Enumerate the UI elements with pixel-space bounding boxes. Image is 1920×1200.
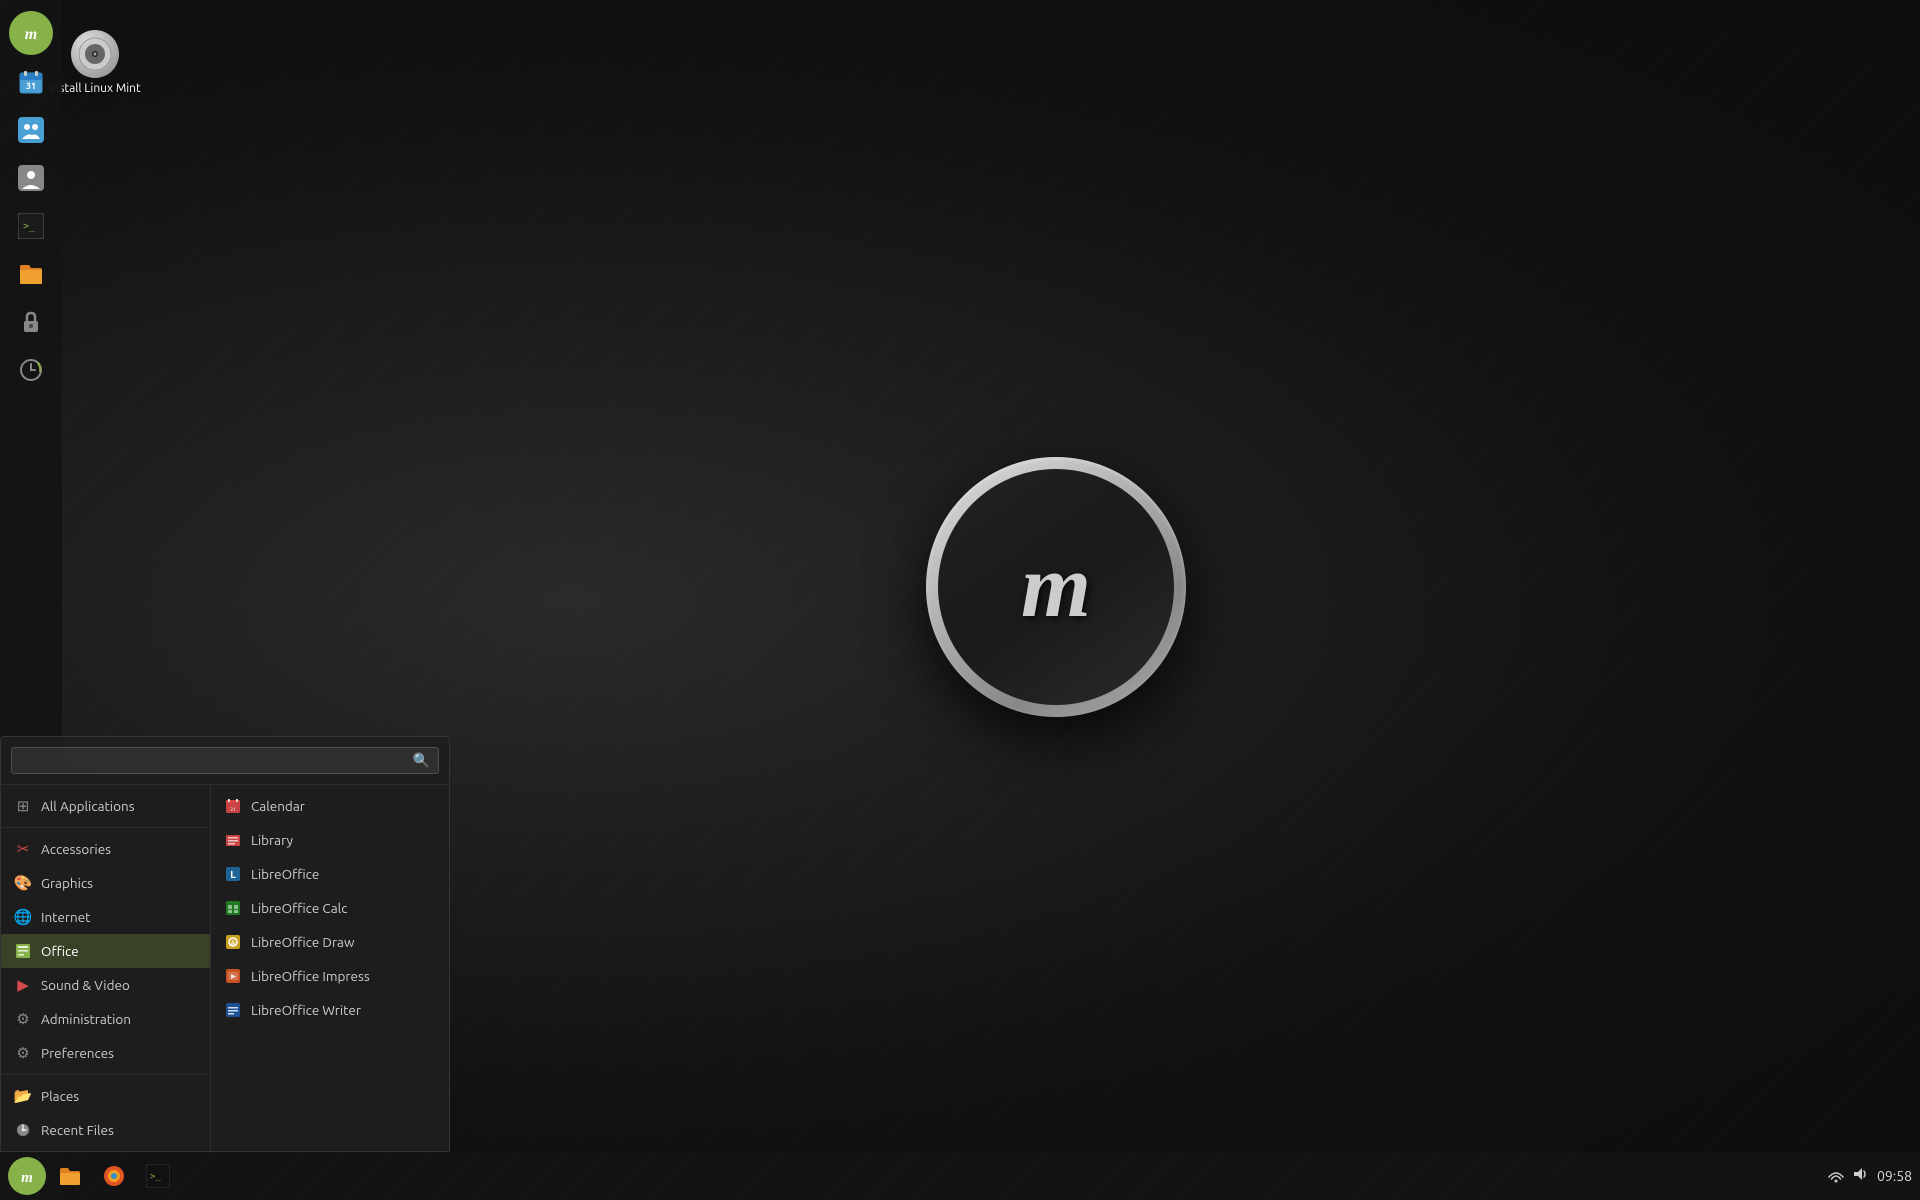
recent-files-icon bbox=[13, 1120, 33, 1140]
menu-item-internet[interactable]: 🌐 Internet bbox=[1, 900, 210, 934]
search-icon: 🔍 bbox=[413, 752, 430, 769]
sound-video-icon: ▶ bbox=[13, 975, 33, 995]
svg-text:31: 31 bbox=[230, 806, 236, 812]
calendar-app-icon: 31 bbox=[223, 796, 243, 816]
taskbar-bottom: m >_ bbox=[0, 1152, 1920, 1200]
menu-item-library[interactable]: Library bbox=[211, 823, 449, 857]
search-bar: 🔍 bbox=[1, 737, 449, 785]
network-tray-icon[interactable] bbox=[1827, 1165, 1845, 1187]
menu-item-office[interactable]: Office bbox=[1, 934, 210, 968]
taskbar-mint-menu[interactable]: m bbox=[9, 11, 53, 55]
library-app-icon bbox=[223, 830, 243, 850]
taskbar-bottom-right: 09:58 bbox=[1827, 1165, 1912, 1187]
install-linux-mint-label: Install Linux Mint bbox=[49, 82, 140, 95]
dvd-icon bbox=[71, 30, 119, 78]
menu-item-calendar[interactable]: 31 Calendar bbox=[211, 789, 449, 823]
accessories-icon: ✂ bbox=[13, 839, 33, 859]
system-tray bbox=[1827, 1165, 1869, 1187]
svg-text:m: m bbox=[25, 26, 37, 43]
mint-logo: m bbox=[926, 457, 1186, 717]
writer-icon bbox=[223, 1000, 243, 1020]
impress-icon bbox=[223, 966, 243, 986]
taskbar-calendar[interactable]: 31 bbox=[10, 61, 52, 103]
desktop: Install Linux Mint m m 31 bbox=[0, 0, 1920, 1200]
files-taskbar-btn[interactable] bbox=[50, 1158, 90, 1194]
app-menu: 🔍 ⊞ All Applications ✂ Accessories 🎨 Gra… bbox=[0, 736, 450, 1152]
install-linux-mint-icon[interactable]: Install Linux Mint bbox=[55, 30, 135, 95]
svg-text:L: L bbox=[230, 869, 236, 880]
taskbar-update[interactable] bbox=[10, 349, 52, 391]
menu-item-libreoffice-writer[interactable]: LibreOffice Writer bbox=[211, 993, 449, 1027]
places-icon: 📂 bbox=[13, 1086, 33, 1106]
taskbar-lock[interactable] bbox=[10, 301, 52, 343]
menu-item-libreoffice-impress[interactable]: LibreOffice Impress bbox=[211, 959, 449, 993]
clock-display: 09:58 bbox=[1877, 1168, 1912, 1184]
menu-item-accessories[interactable]: ✂ Accessories bbox=[1, 832, 210, 866]
menu-item-libreoffice[interactable]: L LibreOffice bbox=[211, 857, 449, 891]
menu-apps: 31 Calendar Library bbox=[211, 785, 449, 1151]
libreoffice-icon: L bbox=[223, 864, 243, 884]
menu-item-recent-files[interactable]: Recent Files bbox=[1, 1113, 210, 1147]
preferences-icon: ⚙ bbox=[13, 1043, 33, 1063]
administration-icon: ⚙ bbox=[13, 1009, 33, 1029]
menu-item-libreoffice-draw[interactable]: LibreOffice Draw bbox=[211, 925, 449, 959]
volume-tray-icon[interactable] bbox=[1851, 1165, 1869, 1187]
menu-item-places[interactable]: 📂 Places bbox=[1, 1079, 210, 1113]
internet-icon: 🌐 bbox=[13, 907, 33, 927]
search-wrapper[interactable]: 🔍 bbox=[11, 747, 439, 774]
svg-text:>_: >_ bbox=[23, 221, 36, 232]
menu-separator-1 bbox=[1, 827, 210, 828]
svg-text:31: 31 bbox=[26, 81, 36, 91]
menu-item-libreoffice-calc[interactable]: LibreOffice Calc bbox=[211, 891, 449, 925]
taskbar-team[interactable] bbox=[10, 109, 52, 151]
menu-item-graphics[interactable]: 🎨 Graphics bbox=[1, 866, 210, 900]
start-button[interactable]: m bbox=[8, 1157, 46, 1195]
taskbar-contacts[interactable] bbox=[10, 157, 52, 199]
graphics-icon: 🎨 bbox=[13, 873, 33, 893]
terminal-taskbar-btn[interactable]: >_ bbox=[138, 1158, 178, 1194]
menu-item-all-applications[interactable]: ⊞ All Applications bbox=[1, 789, 210, 823]
firefox-taskbar-btn[interactable] bbox=[94, 1158, 134, 1194]
taskbar-files[interactable] bbox=[10, 253, 52, 295]
search-input[interactable] bbox=[20, 753, 413, 769]
calc-icon bbox=[223, 898, 243, 918]
svg-text:m: m bbox=[21, 1170, 33, 1186]
menu-separator-2 bbox=[1, 1074, 210, 1075]
office-icon bbox=[13, 941, 33, 961]
taskbar-terminal[interactable]: >_ bbox=[10, 205, 52, 247]
menu-item-administration[interactable]: ⚙ Administration bbox=[1, 1002, 210, 1036]
menu-item-preferences[interactable]: ⚙ Preferences bbox=[1, 1036, 210, 1070]
menu-item-sound-video[interactable]: ▶ Sound & Video bbox=[1, 968, 210, 1002]
draw-icon bbox=[223, 932, 243, 952]
svg-text:>_: >_ bbox=[150, 1172, 161, 1182]
menu-categories: ⊞ All Applications ✂ Accessories 🎨 Graph… bbox=[1, 785, 211, 1151]
all-apps-icon: ⊞ bbox=[13, 796, 33, 816]
taskbar-bottom-left: m >_ bbox=[8, 1157, 178, 1195]
menu-body: ⊞ All Applications ✂ Accessories 🎨 Graph… bbox=[1, 785, 449, 1151]
